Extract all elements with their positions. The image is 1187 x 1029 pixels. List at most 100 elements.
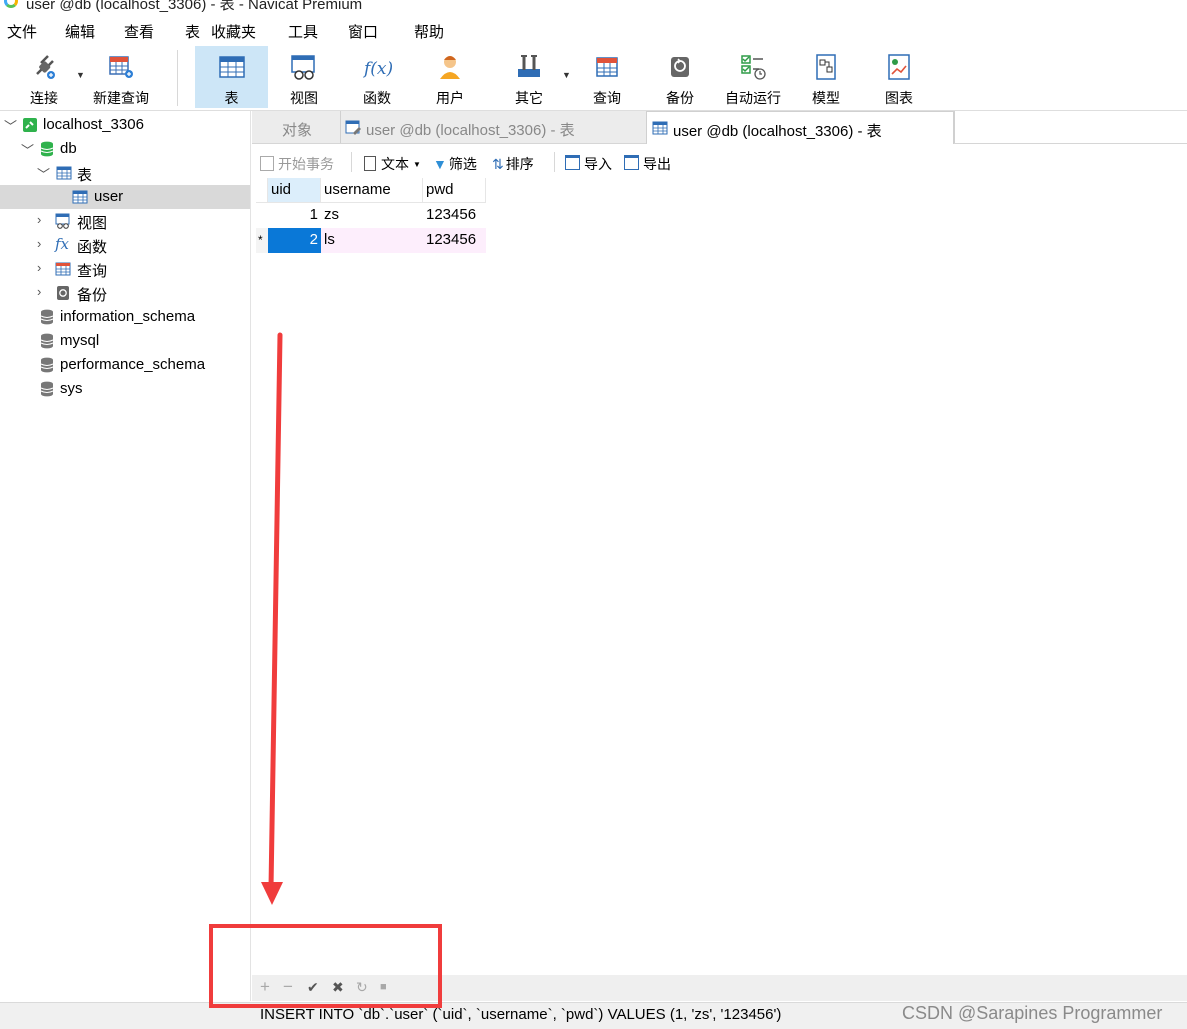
tab-objects[interactable]: 对象 <box>252 111 340 143</box>
function-icon: fx <box>55 235 70 253</box>
column-header-username[interactable]: username <box>321 178 423 203</box>
tree-views[interactable]: › 视图 <box>0 209 250 233</box>
tree-database-db[interactable]: ﹀ db <box>0 137 250 161</box>
title-bar: user @db (localhost_3306) - 表 - Navicat … <box>0 0 1187 14</box>
chevron-down-icon[interactable]: ﹀ <box>21 140 34 159</box>
backup-button[interactable]: 备份 <box>648 46 712 108</box>
menu-view[interactable]: 查看 <box>124 21 154 42</box>
menu-edit[interactable]: 编辑 <box>65 21 95 42</box>
view-button[interactable]: 视图 <box>272 46 336 108</box>
user-icon <box>440 56 460 79</box>
sort-icon: ⇅ <box>492 156 504 172</box>
table-cell-uid[interactable]: 1 <box>268 203 321 228</box>
other-dropdown-icon[interactable]: ▼ <box>562 70 571 80</box>
toolbar-separator <box>177 50 178 106</box>
new-query-icon <box>109 56 133 78</box>
query-icon <box>55 262 71 276</box>
backup-icon <box>57 286 69 300</box>
import-icon <box>565 155 580 170</box>
schedule-icon <box>741 55 766 80</box>
plug-icon <box>36 55 55 79</box>
window-title: user @db (localhost_3306) - 表 - Navicat … <box>26 0 363 13</box>
table-cell-username[interactable]: ls <box>321 228 423 253</box>
import-button[interactable]: 导入 <box>565 154 612 174</box>
svg-text:f(x): f(x) <box>362 59 392 79</box>
watermark: CSDN @Sarapines Programmer <box>902 1003 1163 1023</box>
table-toolbar: 开始事务 文本 ▼ ▼ 筛选 ⇅ 排序 导入 导出 <box>252 146 1187 178</box>
column-header-pwd[interactable]: pwd <box>423 178 486 203</box>
chevron-right-icon[interactable]: › <box>37 260 41 275</box>
annotation-arrow <box>261 332 283 905</box>
function-icon: f(x) <box>362 59 392 79</box>
table-button[interactable]: 表 <box>195 46 268 108</box>
menu-tools[interactable]: 工具 <box>288 21 318 42</box>
chevron-right-icon[interactable]: › <box>37 212 41 227</box>
view-icon <box>291 55 315 80</box>
other-button[interactable]: 其它 <box>497 46 561 108</box>
connection-icon <box>23 118 37 132</box>
model-button[interactable]: 模型 <box>794 46 858 108</box>
connect-button[interactable]: 连接 <box>16 46 72 108</box>
row-marker[interactable]: * <box>256 228 268 253</box>
menu-favorites[interactable]: 收藏夹 <box>211 21 256 42</box>
tree-database-information-schema[interactable]: information_schema <box>0 305 250 329</box>
document-icon <box>364 156 376 171</box>
table-cell-pwd[interactable]: 123456 <box>423 228 486 253</box>
menu-file[interactable]: 文件 <box>7 21 37 42</box>
query-button[interactable]: 查询 <box>575 46 639 108</box>
menu-table[interactable]: 表 <box>185 21 200 42</box>
toolbar-separator <box>351 152 352 172</box>
tab-strip: 对象 user @db (localhost_3306) - 表 user @d… <box>252 111 1187 144</box>
tab-user-table-2[interactable]: user @db (localhost_3306) - 表 <box>646 111 954 144</box>
query-icon <box>596 57 618 77</box>
menu-bar: 文件 编辑 查看 表 收藏夹 工具 窗口 帮助 <box>0 14 1187 44</box>
menu-window[interactable]: 窗口 <box>348 21 378 42</box>
function-button[interactable]: f(x) 函数 <box>345 46 409 108</box>
table-cell-uid[interactable]: 2 <box>268 228 321 253</box>
table-cell-username[interactable]: zs <box>321 203 423 228</box>
chart-button[interactable]: 图表 <box>867 46 931 108</box>
tree-connection[interactable]: ﹀ localhost_3306 <box>0 113 250 137</box>
chevron-down-icon[interactable]: ﹀ <box>4 116 17 135</box>
auto-run-button[interactable]: 自动运行 <box>718 46 788 108</box>
tree-backups[interactable]: › 备份 <box>0 281 250 305</box>
export-button[interactable]: 导出 <box>624 154 671 174</box>
tree-database-sys[interactable]: sys <box>0 377 250 401</box>
user-button[interactable]: 用户 <box>418 46 482 108</box>
main-toolbar: 连接 ▼ 新建查询 表 视图 f(x) 函数 用户 其它 ▼ 查询 备份 自动运… <box>0 44 1187 111</box>
row-marker[interactable] <box>256 203 268 228</box>
table-cell-pwd[interactable]: 123456 <box>423 203 486 228</box>
column-header-uid[interactable]: uid <box>268 178 321 203</box>
table-icon <box>72 190 88 204</box>
menu-help[interactable]: 帮助 <box>414 21 444 42</box>
backup-icon <box>671 57 689 77</box>
chevron-right-icon[interactable]: › <box>37 284 41 299</box>
transaction-icon <box>260 156 274 171</box>
tree-database-performance-schema[interactable]: performance_schema <box>0 353 250 377</box>
sort-button[interactable]: ⇅ 排序 <box>492 154 534 174</box>
tree-database-mysql[interactable]: mysql <box>0 329 250 353</box>
tree-table-user[interactable]: user <box>0 185 250 209</box>
navicat-logo-icon <box>4 0 18 8</box>
status-bar: INSERT INTO `db`.`user` (`uid`, `usernam… <box>0 1002 1187 1029</box>
table-icon <box>218 56 245 78</box>
tree-functions[interactable]: › fx 函数 <box>0 233 250 257</box>
begin-transaction-button[interactable]: 开始事务 <box>260 154 334 174</box>
tools-icon <box>518 55 540 77</box>
tab-user-table-1[interactable]: user @db (localhost_3306) - 表 <box>340 111 646 143</box>
chevron-down-icon[interactable]: ﹀ <box>37 164 50 183</box>
toolbar-separator <box>554 152 555 172</box>
chevron-right-icon[interactable]: › <box>37 236 41 251</box>
text-button[interactable]: 文本 ▼ <box>364 154 421 174</box>
connect-dropdown-icon[interactable]: ▼ <box>76 70 85 80</box>
tree-queries[interactable]: › 查询 <box>0 257 250 281</box>
database-icon <box>40 141 54 157</box>
annotation-highlight-box <box>209 924 442 1008</box>
database-icon <box>40 357 54 373</box>
model-icon <box>816 54 836 80</box>
filter-button[interactable]: ▼ 筛选 <box>433 154 477 174</box>
new-query-button[interactable]: 新建查询 <box>88 46 154 108</box>
tree-tables-group[interactable]: ﹀ 表 <box>0 161 250 185</box>
table-edit-icon <box>345 120 361 135</box>
sql-statement-text: INSERT INTO `db`.`user` (`uid`, `usernam… <box>260 1006 782 1023</box>
